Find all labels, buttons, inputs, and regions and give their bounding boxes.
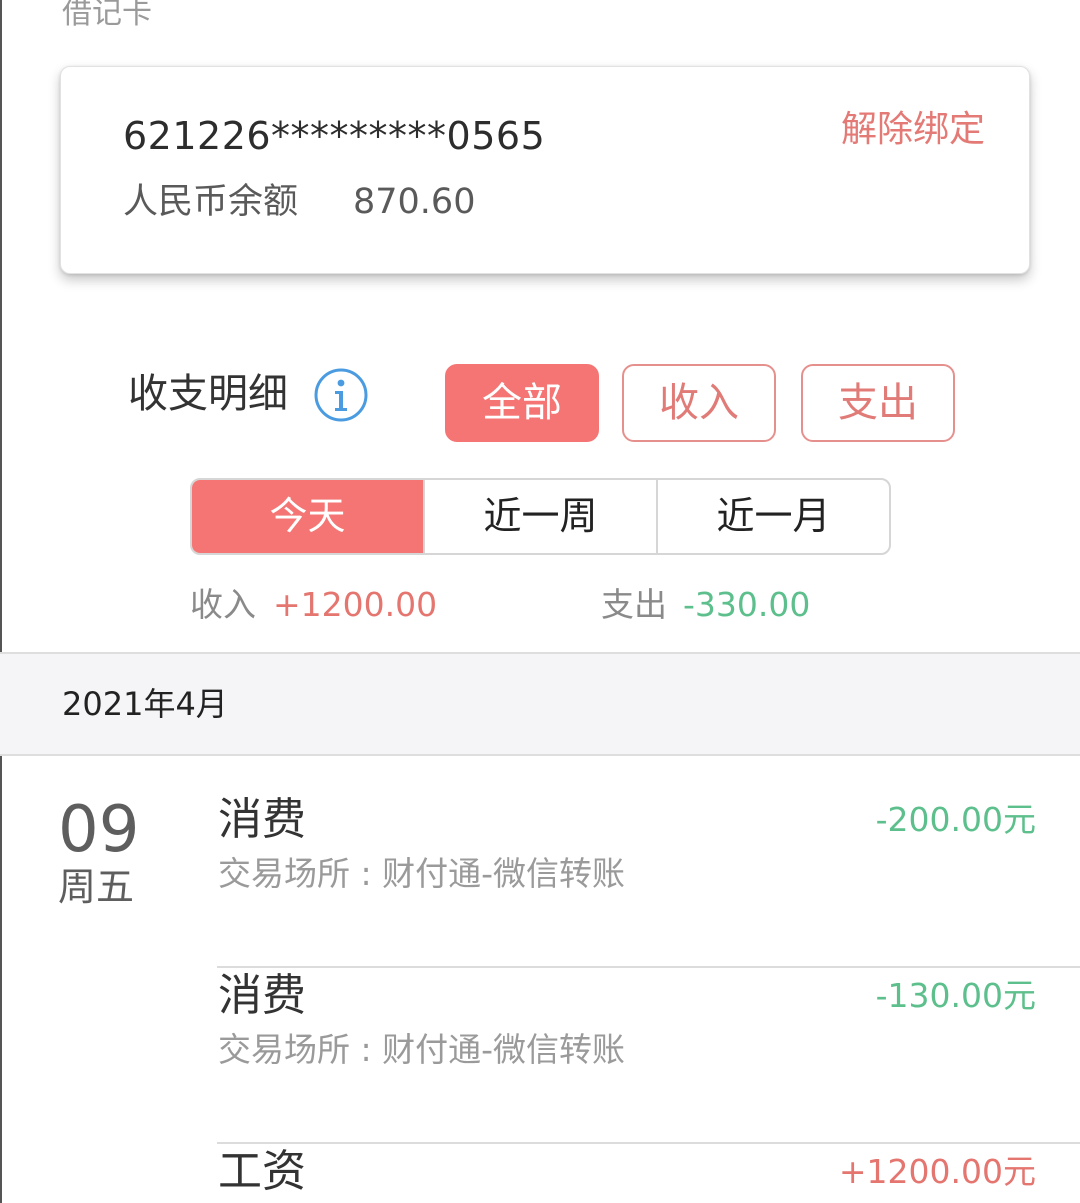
transaction-merchant: 交易场所 : 财付通-微信转账 [218,1030,626,1069]
month-label: 2021年4月 [62,685,228,723]
transaction-title: 消费 [218,794,306,845]
window-edge [0,0,2,1203]
expense-summary-value: -330.00 [683,585,811,624]
tab-week[interactable]: 近一周 [423,480,656,553]
transaction-row[interactable]: 消费 -200.00元 交易场所 : 财付通-微信转账 [217,792,1080,968]
income-summary-label: 收入 [190,585,256,624]
expense-summary-label: 支出 [601,585,667,624]
filter-income-button[interactable]: 收入 [622,364,776,442]
balance-value: 870.60 [353,182,476,222]
period-segment: 今天 近一周 近一月 [190,478,891,555]
details-title: 收支明细 [128,371,288,417]
income-summary-value: +1200.00 [273,585,438,624]
transaction-merchant: 交易场所 : 财付通-微信转账 [218,854,626,893]
day-weekday: 周五 [58,865,135,909]
transaction-amount: -200.00元 [875,800,1036,839]
transaction-row[interactable]: 工资 +1200.00元 [217,1144,1080,1203]
transaction-amount: +1200.00元 [838,1152,1036,1191]
transaction-title: 工资 [218,1146,306,1197]
transaction-title: 消费 [218,970,306,1021]
tab-month[interactable]: 近一月 [656,480,889,553]
unbind-button[interactable]: 解除绑定 [841,107,985,153]
bank-card: 621226*********0565 解除绑定 人民币余额 870.60 [60,66,1030,274]
info-icon[interactable] [313,367,369,423]
transaction-amount: -130.00元 [875,976,1036,1015]
card-number: 621226*********0565 [123,114,546,158]
filter-all-button[interactable]: 全部 [445,364,599,442]
tab-today[interactable]: 今天 [192,480,423,553]
transaction-row[interactable]: 消费 -130.00元 交易场所 : 财付通-微信转账 [217,968,1080,1144]
day-number: 09 [58,793,140,867]
section-label: 借记卡 [62,0,152,31]
month-header: 2021年4月 [0,652,1080,756]
filter-expense-button[interactable]: 支出 [801,364,955,442]
balance-label: 人民币余额 [123,182,299,222]
